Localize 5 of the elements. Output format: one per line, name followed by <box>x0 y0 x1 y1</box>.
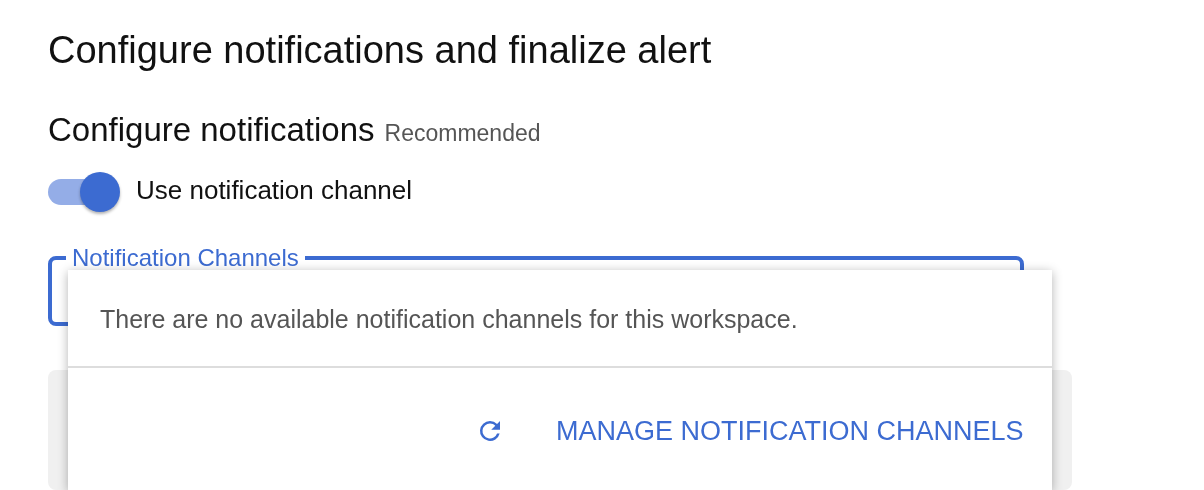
section-heading: Configure notifications <box>48 110 375 150</box>
page-title: Configure notifications and finalize alert <box>48 28 713 73</box>
empty-message: There are no available notification channels for this workspace. <box>68 270 1052 368</box>
toggle-label: Use notification channel <box>136 174 413 207</box>
recommended-label: Recommended <box>384 119 541 148</box>
